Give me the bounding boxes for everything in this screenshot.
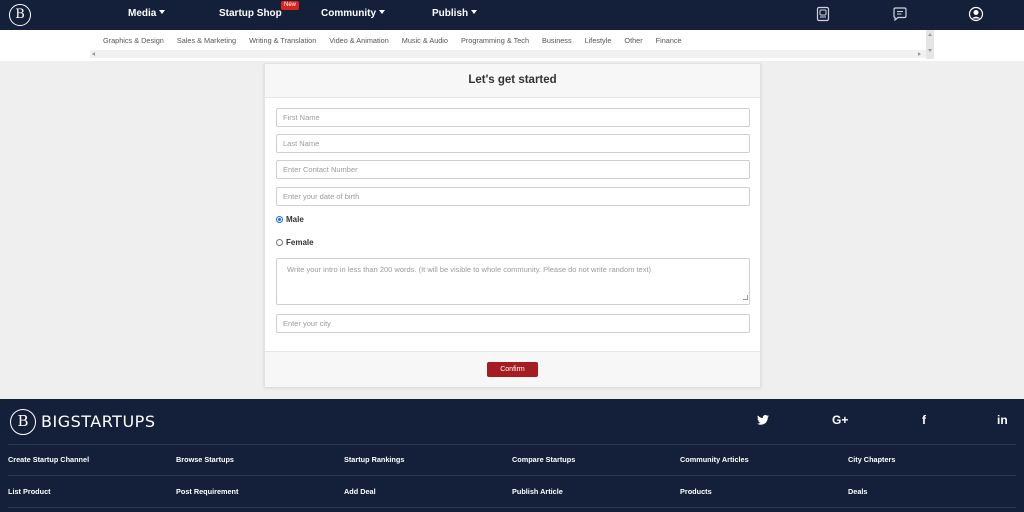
category-business[interactable]: Business	[542, 36, 572, 45]
form-footer: Confirm	[265, 351, 760, 387]
user-avatar-icon[interactable]	[968, 6, 984, 22]
footer-divider	[8, 444, 1016, 445]
intro-textarea[interactable]	[276, 258, 750, 305]
nav-startup-shop-label: Startup Shop	[219, 8, 282, 19]
footer-link-startup-rankings[interactable]: Startup Rankings	[344, 455, 404, 464]
scroll-right-icon[interactable]	[918, 52, 921, 56]
nav-media[interactable]: Media	[128, 8, 166, 19]
footer-link-city-chapters[interactable]: City Chapters	[848, 455, 895, 464]
footer-link-publish-article[interactable]: Publish Article	[512, 487, 563, 496]
nav-community[interactable]: Community	[321, 8, 385, 19]
nav-publish-label: Publish	[432, 8, 469, 19]
last-name-input[interactable]	[276, 134, 750, 153]
category-sales-marketing[interactable]: Sales & Marketing	[177, 36, 236, 45]
site-footer: B BIGSTARTUPS G+ f in Create Startup Cha…	[0, 399, 1024, 512]
footer-link-list-product[interactable]: List Product	[8, 487, 51, 496]
bigstartups-logo[interactable]: B	[9, 4, 31, 26]
resize-handle-icon[interactable]	[743, 295, 748, 300]
twitter-icon[interactable]	[757, 414, 769, 428]
category-vertical-scrollbar[interactable]	[926, 30, 934, 59]
document-icon[interactable]	[815, 6, 831, 22]
first-name-input[interactable]	[276, 108, 750, 127]
category-writing-translation[interactable]: Writing & Translation	[249, 36, 316, 45]
form-title: Let's get started	[265, 64, 760, 98]
footer-link-post-requirement[interactable]: Post Requirement	[176, 487, 238, 496]
category-list: Graphics & Design Sales & Marketing Writ…	[103, 36, 695, 45]
scroll-down-icon[interactable]	[928, 49, 932, 52]
footer-divider	[8, 507, 1016, 508]
confirm-button[interactable]: Confirm	[487, 362, 538, 377]
footer-link-add-deal[interactable]: Add Deal	[344, 487, 376, 496]
nav-publish[interactable]: Publish	[432, 8, 478, 19]
chevron-down-icon	[471, 10, 478, 14]
new-badge: New	[281, 1, 300, 10]
gender-male-option[interactable]: Male	[276, 215, 304, 224]
contact-number-input[interactable]	[276, 160, 750, 179]
category-horizontal-scrollbar[interactable]	[90, 50, 933, 58]
date-of-birth-input[interactable]	[276, 187, 750, 206]
scroll-left-icon[interactable]	[92, 52, 95, 56]
footer-brand-name[interactable]: BIGSTARTUPS	[41, 412, 155, 431]
top-navbar: B Media Startup Shop New Community Publi…	[0, 0, 1024, 30]
nav-startup-shop[interactable]: Startup Shop	[219, 8, 282, 19]
footer-link-browse-startups[interactable]: Browse Startups	[176, 455, 234, 464]
footer-divider	[8, 475, 1016, 476]
nav-community-label: Community	[321, 8, 376, 19]
male-label: Male	[286, 215, 304, 224]
google-plus-icon[interactable]: G+	[832, 413, 848, 427]
female-label: Female	[286, 238, 314, 247]
footer-link-community-articles[interactable]: Community Articles	[680, 455, 749, 464]
male-radio[interactable]	[276, 216, 283, 223]
linkedin-icon[interactable]: in	[997, 413, 1008, 427]
female-radio[interactable]	[276, 239, 283, 246]
chevron-down-icon	[379, 10, 385, 14]
category-music-audio[interactable]: Music & Audio	[402, 36, 448, 45]
chat-icon[interactable]	[892, 6, 908, 22]
footer-link-compare-startups[interactable]: Compare Startups	[512, 455, 575, 464]
category-video-animation[interactable]: Video & Animation	[329, 36, 389, 45]
category-programming-tech[interactable]: Programming & Tech	[461, 36, 529, 45]
city-input[interactable]	[276, 314, 750, 333]
footer-link-products[interactable]: Products	[680, 487, 712, 496]
facebook-icon[interactable]: f	[922, 413, 926, 427]
chevron-down-icon	[159, 10, 166, 14]
footer-link-create-startup-channel[interactable]: Create Startup Channel	[8, 455, 89, 464]
footer-link-deals[interactable]: Deals	[848, 487, 867, 496]
category-bar: Graphics & Design Sales & Marketing Writ…	[0, 30, 1024, 61]
scroll-up-icon[interactable]	[928, 33, 932, 36]
category-graphics-design[interactable]: Graphics & Design	[103, 36, 164, 45]
category-lifestyle[interactable]: Lifestyle	[585, 36, 612, 45]
gender-female-option[interactable]: Female	[276, 238, 314, 247]
category-finance[interactable]: Finance	[656, 36, 682, 45]
footer-logo[interactable]: B	[10, 409, 36, 435]
get-started-form-card: Let's get started Male Female Confirm	[264, 63, 761, 387]
category-other[interactable]: Other	[624, 36, 642, 45]
nav-media-label: Media	[128, 8, 157, 19]
